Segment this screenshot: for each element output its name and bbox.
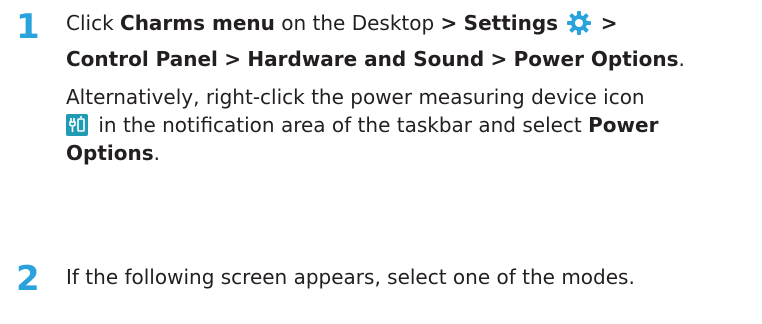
settings-label: Settings	[463, 11, 559, 35]
text: Click	[66, 11, 121, 35]
instruction-line-2: Control Panel > Hardware and Sound > Pow…	[66, 46, 685, 72]
step-2-text: If the following screen appears, select …	[66, 265, 635, 289]
text: in the notification area of the taskbar …	[92, 113, 589, 137]
charms-menu-label: Charms menu	[120, 11, 275, 35]
step-number: 2	[16, 259, 40, 299]
text: on the Desktop	[274, 11, 441, 35]
power-options-label: Power	[588, 113, 659, 137]
control-panel-label: Control Panel	[66, 47, 218, 71]
separator: >	[600, 11, 618, 35]
alt-line-2: in the notification area of the taskbar …	[66, 112, 658, 138]
separator: >	[440, 11, 458, 35]
alt-line-1: Alternatively, right-click the power mea…	[66, 85, 645, 109]
power-device-icon	[66, 114, 88, 136]
power-options-label: Options	[66, 141, 154, 165]
settings-gear-icon	[566, 10, 592, 36]
power-options-label: Power Options	[513, 47, 679, 71]
separator: >	[490, 47, 508, 71]
alt-line-3: Options.	[66, 140, 160, 166]
hardware-sound-label: Hardware and Sound	[247, 47, 485, 71]
separator: >	[224, 47, 242, 71]
step-number: 1	[16, 7, 40, 47]
instruction-line-1: Click Charms menu on the Desktop > Setti…	[66, 10, 618, 36]
text: .	[678, 47, 685, 71]
text: .	[153, 141, 160, 165]
